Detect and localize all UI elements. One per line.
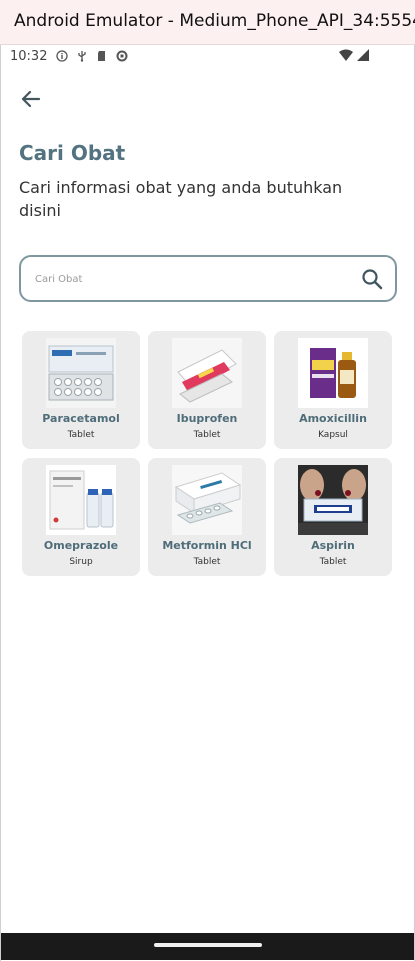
emulator-titlebar: Android Emulator - Medium_Phone_API_34:5… [0, 0, 415, 45]
signal-icon [357, 49, 369, 61]
back-arrow-icon[interactable] [17, 85, 45, 113]
medicine-type: Tablet [67, 430, 95, 440]
ibuprofen-image [172, 338, 242, 408]
amoxicillin-image [298, 338, 368, 408]
medicine-name: Aspirin [311, 539, 355, 552]
status-bar: 10:32 [1, 45, 414, 69]
data-saver-icon [116, 50, 128, 62]
medicine-card-omeprazole[interactable]: Omeprazole Sirup [22, 458, 140, 576]
home-gesture-handle[interactable] [154, 943, 262, 947]
medicine-name: Paracetamol [42, 412, 120, 425]
medicine-card-aspirin[interactable]: Aspirin Tablet [274, 458, 392, 576]
medicine-type: Tablet [319, 557, 347, 567]
medicine-type: Kapsul [318, 430, 348, 440]
page-title: Cari Obat [19, 141, 126, 165]
sd-card-icon [98, 51, 105, 61]
search-input[interactable] [35, 270, 335, 288]
medicine-grid: Paracetamol Tablet Ibuprofen Tablet Amox… [22, 331, 394, 576]
medicine-card-amoxicillin[interactable]: Amoxicillin Kapsul [274, 331, 392, 449]
medicine-name: Amoxicillin [299, 412, 367, 425]
usb-icon [78, 51, 86, 62]
phone-screen: 10:32 Cari Obat Cari informasi obat yang… [0, 45, 415, 961]
medicine-type: Tablet [193, 430, 221, 440]
medicine-type: Tablet [193, 557, 221, 567]
omeprazole-image [46, 465, 116, 535]
search-box[interactable] [19, 255, 397, 302]
page-subtitle: Cari informasi obat yang anda butuhkan d… [19, 178, 343, 220]
info-icon [56, 50, 68, 62]
medicine-type: Sirup [69, 557, 93, 567]
paracetamol-image [46, 338, 116, 408]
status-icons-right [339, 49, 369, 61]
medicine-card-metformin[interactable]: Metformin HCl Tablet [148, 458, 266, 576]
search-icon[interactable] [361, 268, 383, 290]
medicine-name: Omeprazole [43, 539, 119, 552]
status-icons-left [56, 50, 128, 62]
medicine-name: Metformin HCl [162, 539, 252, 552]
medicine-name: Ibuprofen [176, 412, 238, 425]
navigation-bar [1, 933, 414, 960]
window-title: Android Emulator - Medium_Phone_API_34:5… [14, 11, 415, 31]
status-time: 10:32 [10, 49, 48, 64]
medicine-card-paracetamol[interactable]: Paracetamol Tablet [22, 331, 140, 449]
metformin-image [172, 465, 242, 535]
aspirin-image [298, 465, 368, 535]
wifi-icon [339, 49, 353, 61]
medicine-card-ibuprofen[interactable]: Ibuprofen Tablet [148, 331, 266, 449]
